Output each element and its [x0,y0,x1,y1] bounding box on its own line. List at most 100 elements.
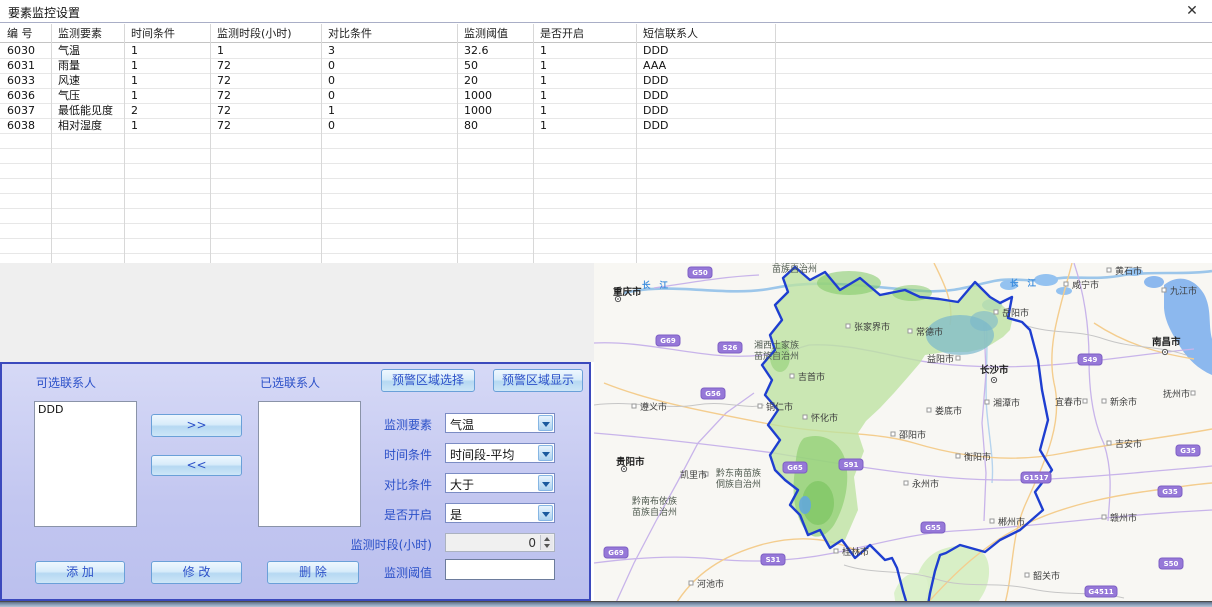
road-badge: S31 [761,554,785,565]
combo-value: 气温 [450,416,474,433]
road-badge: S49 [1078,354,1102,365]
compare-combo-open-button[interactable] [538,475,553,491]
cell: DDD [636,89,775,104]
cell: 1 [210,44,321,59]
threshold-input[interactable] [445,559,555,580]
threshold-label: 监测阈值 [352,564,432,581]
period-label: 监测时段(小时) [322,536,432,553]
svg-text:G1517: G1517 [1023,474,1048,482]
cell: 风速 [51,74,124,89]
time-cond-combobox[interactable]: 时间段-平均 [445,443,555,463]
enabled-combobox[interactable]: 是 [445,503,555,523]
road-badge: S26 [718,342,742,353]
cell: 1 [533,119,636,134]
region-label: 苗族自治州 [754,350,799,362]
cell: DDD [636,119,775,134]
cell: DDD [636,104,775,119]
road-badge: G56 [701,388,725,399]
svg-text:凯里市: 凯里市 [680,469,707,481]
table-row[interactable]: 6036气压172010001DDD [0,89,1212,104]
svg-text:抚州市: 抚州市 [1163,388,1190,400]
grid-line [636,24,637,263]
cell: 0 [321,74,457,89]
svg-text:S26: S26 [723,344,738,352]
combo-value: 大于 [450,476,474,493]
region-label: 黔东南苗族 [716,467,761,479]
svg-text:怀化市: 怀化市 [811,412,838,424]
cell: 0 [321,119,457,134]
cell: 1 [124,74,210,89]
delete-button[interactable]: 删 除 [267,561,359,584]
svg-text:邵阳市: 邵阳市 [899,429,926,441]
add-button[interactable]: 添 加 [35,561,125,584]
lake [1144,276,1164,288]
element-combobox[interactable]: 气温 [445,413,555,433]
svg-text:娄底市: 娄底市 [935,405,962,417]
cell: 1 [124,44,210,59]
period-spinner[interactable]: 0 [445,533,555,552]
road-badge: G35 [1158,486,1182,497]
compare-combobox[interactable]: 大于 [445,473,555,493]
svg-text:咸宁市: 咸宁市 [1072,279,1099,291]
cell: 1 [533,104,636,119]
table-row[interactable]: 6037最低能见度272110001DDD [0,104,1212,119]
svg-text:G4511: G4511 [1088,588,1113,596]
col-header-compare: 对比条件 [321,24,457,42]
edit-panel: 可选联系人 DDD >> << 已选联系人 预警区域选择 预警区域显示 监测要素… [0,362,591,601]
move-right-button[interactable]: >> [151,414,242,437]
table-row[interactable]: 6031雨量1720501AAA [0,59,1212,74]
list-item[interactable]: DDD [38,403,133,416]
warn-area-select-button[interactable]: 预警区域选择 [381,369,475,392]
selected-contacts-listbox[interactable] [258,401,361,527]
road-badge: G55 [921,522,945,533]
selected-contacts-label: 已选联系人 [260,374,320,391]
svg-text:九江市: 九江市 [1170,285,1197,297]
table-body: 6030气温11332.61DDD 6031雨量1720501AAA 6033风… [0,44,1212,263]
available-contacts-listbox[interactable]: DDD [34,401,137,527]
svg-text:G35: G35 [1180,447,1196,455]
svg-text:赣州市: 赣州市 [1110,512,1137,524]
enabled-combo-open-button[interactable] [538,505,553,521]
table-row[interactable]: 6033风速1720201DDD [0,74,1212,89]
element-combo-open-button[interactable] [538,415,553,431]
window-title: 要素监控设置 [8,4,80,21]
title-bar: 要素监控设置 ✕ [0,0,1212,23]
warning-area-map[interactable]: G50 G69 S26 G56 G65 S91 G69 S31 G55 G151… [594,263,1212,607]
grid-line [210,24,211,263]
svg-text:桂林市: 桂林市 [842,546,869,558]
cell: 最低能见度 [51,104,124,119]
move-left-button[interactable]: << [151,455,242,476]
svg-text:G50: G50 [692,269,708,277]
time-cond-label: 时间条件 [352,446,432,463]
cell: 相对湿度 [51,119,124,134]
warn-area-show-button[interactable]: 预警区域显示 [493,369,583,392]
city-label: 凯里市 [680,469,708,481]
cell: 1 [321,104,457,119]
cell: 2 [124,104,210,119]
cell: 1 [533,89,636,104]
chevron-down-icon [542,482,550,487]
spin-down-icon[interactable] [541,542,554,550]
region-label: 苗族自治州 [632,506,677,518]
table-row[interactable]: 6030气温11332.61DDD [0,44,1212,59]
svg-text:岳阳市: 岳阳市 [1002,307,1029,319]
cell: DDD [636,44,775,59]
cell: 6031 [0,59,51,74]
time-cond-combo-open-button[interactable] [538,445,553,461]
svg-text:益阳市: 益阳市 [927,353,954,365]
col-header-sms-contact: 短信联系人 [636,24,775,42]
svg-text:吉首市: 吉首市 [798,371,825,383]
grid-line [321,24,322,263]
table-row[interactable]: 6038相对湿度1720801DDD [0,119,1212,134]
svg-text:G69: G69 [608,549,624,557]
modify-button[interactable]: 修 改 [151,561,242,584]
cell: 1 [124,119,210,134]
monitor-settings-table: 编 号 监测要素 时间条件 监测时段(小时) 对比条件 监测阈值 是否开启 短信… [0,24,1212,263]
svg-text:S91: S91 [844,461,859,469]
col-header-enabled: 是否开启 [533,24,636,42]
svg-text:铜仁市: 铜仁市 [766,401,793,413]
cell: 1 [533,59,636,74]
river-label: 长 江 [1010,278,1039,289]
svg-text:G65: G65 [787,464,803,472]
close-icon[interactable]: ✕ [1182,2,1202,21]
